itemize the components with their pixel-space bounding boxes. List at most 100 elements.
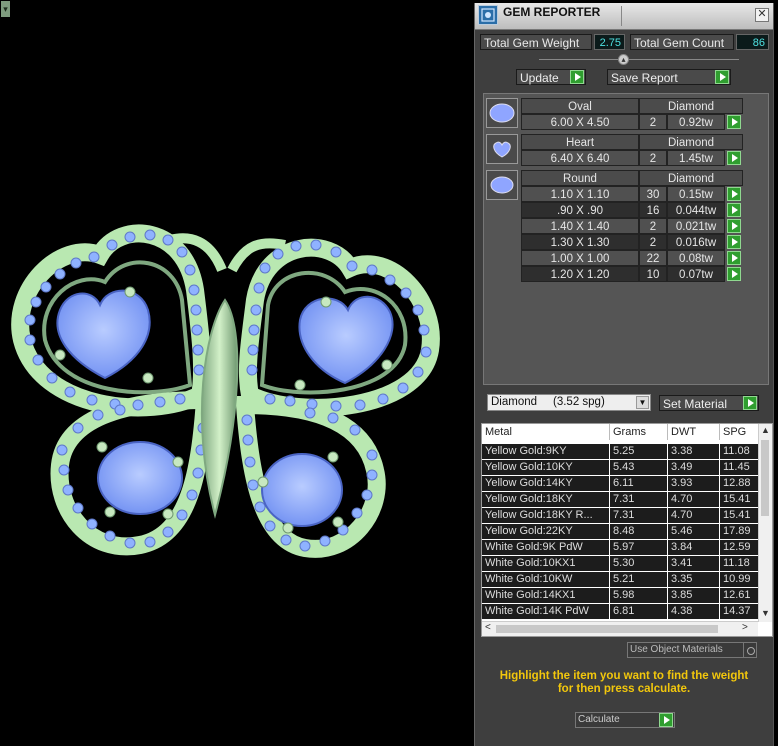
grams-value: 7.31 — [610, 508, 667, 523]
table-row[interactable]: Yellow Gold:14KY 6.11 3.93 12.88 — [482, 476, 759, 492]
table-row[interactable]: Yellow Gold:10KY 5.43 3.49 11.45 — [482, 460, 759, 476]
table-row[interactable]: Yellow Gold:18KY R... 7.31 4.70 15.41 — [482, 508, 759, 524]
metal-name: Yellow Gold:14KY — [482, 476, 609, 491]
slider-thumb[interactable]: ▴ — [618, 54, 629, 65]
table-row[interactable]: Yellow Gold:9KY 5.25 3.38 11.08 — [482, 444, 759, 460]
hint-line-1: Highlight the item you want to find the … — [499, 670, 749, 682]
update-label: Update — [520, 71, 559, 85]
calculate-button[interactable]: Calculate — [575, 712, 675, 728]
gem-count: 2 — [639, 114, 667, 130]
spg-value: 11.18 — [720, 556, 759, 571]
gem-row-go-button[interactable] — [727, 203, 741, 217]
gem-row-go-button[interactable] — [727, 115, 741, 129]
table-row[interactable]: Yellow Gold:18KY 7.31 4.70 15.41 — [482, 492, 759, 508]
spg-value: 12.59 — [720, 540, 759, 555]
use-object-materials-field: Use Object Materials — [627, 642, 757, 658]
table-row[interactable]: Yellow Gold:22KY 8.48 5.46 17.89 — [482, 524, 759, 540]
round-shape-icon[interactable] — [486, 170, 518, 200]
dwt-value: 3.41 — [668, 556, 719, 571]
gem-size[interactable]: 1.30 X 1.30 — [521, 234, 639, 250]
grams-value: 8.48 — [610, 524, 667, 539]
metal-name: White Gold:10KW — [482, 572, 609, 587]
dwt-value: 3.35 — [668, 572, 719, 587]
metal-name: White Gold:14K PdW — [482, 604, 609, 619]
table-row[interactable]: White Gold:14KX1 5.98 3.85 12.61 — [482, 588, 759, 604]
column-header-metal[interactable]: Metal — [482, 424, 610, 440]
dwt-value: 4.70 — [668, 492, 719, 507]
scroll-right-icon[interactable]: > — [742, 622, 748, 633]
metal-table: Metal Grams DWT SPG Yellow Gold:9KY 5.25 3… — [481, 423, 773, 637]
gem-size[interactable]: 1.40 X 1.40 — [521, 218, 639, 234]
metal-name: White Gold:9K PdW — [482, 540, 609, 555]
table-row[interactable]: White Gold:14K PdW 6.81 4.38 14.37 — [482, 604, 759, 620]
grams-value: 6.81 — [610, 604, 667, 619]
oval-gem-right — [261, 453, 343, 527]
viewport-3d[interactable]: ▾ — [0, 0, 474, 746]
gem-reporter-app-icon — [478, 5, 498, 25]
gem-size[interactable]: 1.00 X 1.00 — [521, 250, 639, 266]
gem-size[interactable]: .90 X .90 — [521, 202, 639, 218]
gem-size[interactable]: 1.10 X 1.10 — [521, 186, 639, 202]
gem-list: Oval Diamond 6.00 X 4.50 2 0.92tw Heart … — [483, 93, 769, 385]
gem-row-go-button[interactable] — [727, 219, 741, 233]
gem-row-go-button[interactable] — [727, 267, 741, 281]
table-row[interactable]: White Gold:10KX1 5.30 3.41 11.18 — [482, 556, 759, 572]
save-report-go-icon — [715, 70, 729, 84]
gem-shape-round: Round — [521, 170, 639, 186]
chevron-down-icon[interactable]: ▼ — [636, 396, 649, 409]
update-go-icon — [570, 70, 584, 84]
total-gem-weight-label: Total Gem Weight — [480, 34, 592, 50]
gem-size[interactable]: 1.20 X 1.20 — [521, 266, 639, 282]
grams-value: 6.11 — [610, 476, 667, 491]
update-button[interactable]: Update — [516, 69, 586, 85]
grams-value: 5.30 — [610, 556, 667, 571]
metal-name: Yellow Gold:22KY — [482, 524, 609, 539]
gem-size[interactable]: 6.40 X 6.40 — [521, 150, 639, 166]
oval-shape-icon[interactable] — [486, 98, 518, 128]
gem-row-go-button[interactable] — [727, 187, 741, 201]
heart-shape-icon[interactable] — [486, 134, 518, 164]
material-select[interactable]: Diamond (3.52 spg) ▼ — [487, 394, 651, 411]
total-gem-count-value: 86 — [736, 34, 769, 50]
vertical-scroll-thumb[interactable] — [761, 440, 769, 516]
dwt-value: 3.84 — [668, 540, 719, 555]
dwt-value: 3.93 — [668, 476, 719, 491]
save-report-button[interactable]: Save Report — [607, 69, 731, 85]
grams-value: 5.21 — [610, 572, 667, 587]
table-row[interactable]: White Gold:10KW 5.21 3.35 10.99 — [482, 572, 759, 588]
dwt-value: 3.38 — [668, 444, 719, 459]
set-material-button[interactable]: Set Material — [659, 395, 759, 411]
scroll-left-icon[interactable]: < — [485, 622, 491, 633]
scroll-up-icon[interactable]: ▲ — [761, 425, 770, 435]
hint-line-2: for then press calculate. — [557, 683, 691, 695]
gem-row-go-button[interactable] — [727, 235, 741, 249]
close-button[interactable]: ✕ — [755, 8, 769, 22]
column-header-grams[interactable]: Grams — [610, 424, 668, 440]
butterfly-model[interactable] — [0, 0, 474, 746]
gem-row-go-button[interactable] — [727, 151, 741, 165]
column-header-spg[interactable]: SPG — [720, 424, 760, 440]
scroll-down-icon[interactable]: ▼ — [761, 608, 770, 618]
save-report-label: Save Report — [611, 71, 678, 85]
metal-name: Yellow Gold:18KY — [482, 492, 609, 507]
spg-value: 15.41 — [720, 508, 759, 523]
use-object-materials-checkbox[interactable] — [743, 642, 757, 658]
grams-value: 5.25 — [610, 444, 667, 459]
table-row[interactable]: White Gold:9K PdW 5.97 3.84 12.59 — [482, 540, 759, 556]
gem-weight: 0.044tw — [667, 202, 725, 218]
gem-type-round: Diamond — [639, 170, 743, 186]
column-header-dwt[interactable]: DWT — [668, 424, 720, 440]
total-gem-weight-value: 2.75 — [594, 34, 625, 50]
gem-count: 22 — [639, 250, 667, 266]
gem-weight: 0.021tw — [667, 218, 725, 234]
gem-count: 16 — [639, 202, 667, 218]
vertical-scrollbar[interactable]: ▲ ▼ — [758, 424, 772, 622]
gem-shape-oval: Oval — [521, 98, 639, 114]
horizontal-scroll-thumb[interactable] — [496, 625, 718, 633]
metal-name: Yellow Gold:18KY R... — [482, 508, 609, 523]
slider-track — [539, 59, 739, 60]
gem-size[interactable]: 6.00 X 4.50 — [521, 114, 639, 130]
spg-value: 12.88 — [720, 476, 759, 491]
horizontal-scrollbar[interactable]: < > — [482, 621, 758, 636]
gem-row-go-button[interactable] — [727, 251, 741, 265]
